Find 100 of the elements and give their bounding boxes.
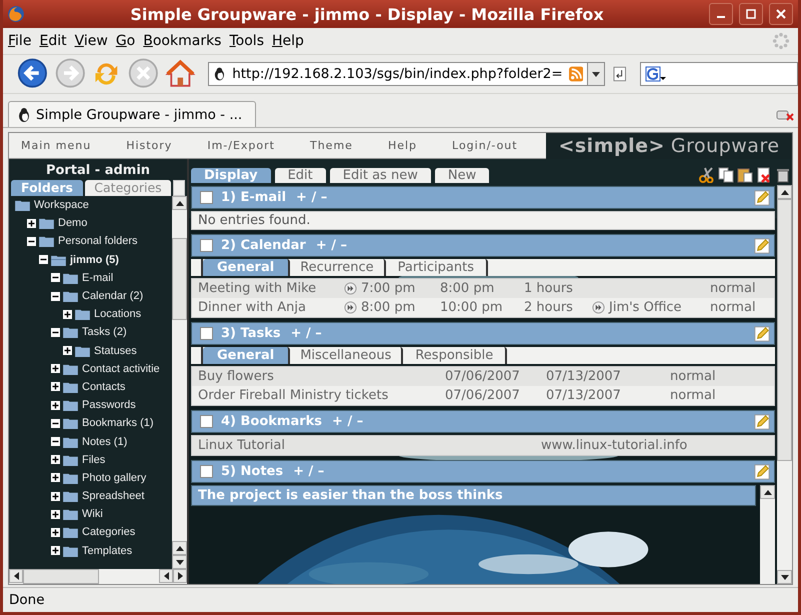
folder-item[interactable]: Bookmarks (1) <box>82 417 154 430</box>
app-menu-item[interactable]: Main menu <box>21 139 92 152</box>
checkbox[interactable] <box>200 239 213 252</box>
expander-icon[interactable] <box>27 236 36 246</box>
table-cell: 1 hours <box>524 280 573 297</box>
sub-tab[interactable]: Responsible <box>403 347 508 364</box>
expander-icon[interactable] <box>51 455 60 464</box>
minimize-button[interactable] <box>709 3 733 25</box>
expander-icon[interactable] <box>51 400 60 410</box>
go-icon[interactable] <box>612 66 626 82</box>
forward-circle-icon[interactable] <box>592 301 605 314</box>
folder-icon <box>63 544 78 557</box>
folder-icon <box>15 199 30 212</box>
view-tab[interactable]: Edit <box>274 168 326 183</box>
folder-item[interactable]: Contacts <box>82 380 126 393</box>
paste-icon[interactable] <box>737 167 753 183</box>
folder-item[interactable]: Spreadsheet <box>82 490 144 502</box>
menu-item[interactable]: File <box>8 33 32 49</box>
edit-icon[interactable] <box>754 190 770 206</box>
menu-item[interactable]: Tools <box>229 33 264 49</box>
checkbox[interactable] <box>200 465 213 478</box>
folder-item[interactable]: Workspace <box>34 199 89 212</box>
view-tab[interactable]: New <box>434 168 490 183</box>
folder-item[interactable]: Tasks (2) <box>82 326 127 338</box>
expander-icon[interactable] <box>63 310 72 319</box>
folder-item[interactable]: Contact activitie <box>82 362 160 375</box>
checkbox[interactable] <box>200 327 213 340</box>
folder-icon <box>63 362 78 375</box>
menu-item[interactable]: View <box>74 33 108 49</box>
expander-icon[interactable] <box>63 346 72 356</box>
table-cell: Jim's Office <box>609 299 682 316</box>
folder-item[interactable]: Locations <box>94 308 142 320</box>
search-field[interactable] <box>640 62 798 86</box>
expander-icon[interactable] <box>51 418 60 428</box>
expander-icon[interactable] <box>51 292 60 301</box>
checkbox[interactable] <box>200 415 213 428</box>
app-menu-item[interactable]: Theme <box>310 139 353 152</box>
maximize-button[interactable] <box>739 3 763 25</box>
scrollbar[interactable] <box>760 485 775 584</box>
expander-icon[interactable] <box>51 473 60 482</box>
folder-icon <box>63 526 78 538</box>
folder-item[interactable]: Statuses <box>94 344 137 357</box>
menu-item[interactable]: Bookmarks <box>143 33 222 49</box>
edit-icon[interactable] <box>754 464 770 480</box>
throbber-icon <box>772 32 790 50</box>
folder-item[interactable]: Passwords <box>82 399 136 412</box>
browser-tab[interactable]: Simple Groupware - jimmo - ... <box>8 101 256 127</box>
maximize-icon <box>746 9 756 19</box>
expander-icon[interactable] <box>27 218 36 228</box>
close-tab-icon[interactable] <box>776 109 794 121</box>
expander-icon[interactable] <box>51 528 60 537</box>
table-cell: 8:00 pm <box>361 299 416 316</box>
copy-icon[interactable] <box>718 167 734 183</box>
forward-circle-icon[interactable] <box>344 301 357 314</box>
dropdown-button[interactable] <box>588 62 605 86</box>
expander-icon[interactable] <box>51 437 60 446</box>
app-menu-item[interactable]: Help <box>388 139 418 152</box>
note-text: The project is easier than the boss thinks <box>191 485 756 506</box>
view-tab[interactable]: Edit as new <box>330 168 431 183</box>
expander-icon[interactable] <box>51 546 60 556</box>
folder-item[interactable]: Personal folders <box>58 235 138 248</box>
address-field[interactable]: http://192.168.2.103/sgs/bin/index.php?folder2= <box>208 62 588 86</box>
cut-icon[interactable] <box>699 167 715 183</box>
app-menu-item[interactable]: Im-/Export <box>207 139 275 152</box>
folder-item[interactable]: Categories <box>82 526 136 538</box>
app-menu-item[interactable]: History <box>126 139 172 152</box>
expander-icon[interactable] <box>51 382 60 392</box>
expander-icon[interactable] <box>51 492 60 501</box>
folder-item[interactable]: Files <box>82 454 106 466</box>
folder-item[interactable]: Wiki <box>82 508 103 520</box>
delete-icon[interactable] <box>756 167 772 183</box>
expander-icon[interactable] <box>39 255 48 264</box>
folder-item[interactable]: Demo <box>58 217 88 230</box>
trash-icon[interactable] <box>775 167 791 183</box>
scrollbar[interactable] <box>172 196 187 569</box>
menu-item[interactable]: Help <box>272 33 304 49</box>
edit-icon[interactable] <box>754 326 770 342</box>
edit-icon[interactable] <box>754 238 770 254</box>
forward-circle-icon[interactable] <box>344 282 357 295</box>
close-button[interactable] <box>769 3 793 25</box>
folder-item[interactable]: Notes (1) <box>82 436 128 448</box>
folder-item[interactable]: Photo gallery <box>82 472 146 484</box>
folder-item[interactable]: E-mail <box>82 272 114 284</box>
app-menu-item[interactable]: Login/-out <box>452 139 518 152</box>
expander-icon[interactable] <box>51 510 60 519</box>
menu-item[interactable]: Edit <box>39 33 67 49</box>
scrollbar[interactable] <box>777 185 792 584</box>
folder-item[interactable]: Calendar (2) <box>82 290 144 302</box>
menu-item[interactable]: Go <box>116 33 136 49</box>
checkbox[interactable] <box>200 191 213 204</box>
expander-icon[interactable] <box>51 328 60 337</box>
edit-icon[interactable] <box>754 414 770 430</box>
folder-item[interactable]: Templates <box>82 544 132 557</box>
expander-icon[interactable] <box>51 364 60 374</box>
horizontal-scrollbar[interactable] <box>9 569 187 584</box>
expander-icon[interactable] <box>51 273 60 282</box>
sub-tab[interactable]: Miscellaneous <box>290 347 404 364</box>
sub-tab[interactable]: Recurrence <box>290 259 386 276</box>
folder-item[interactable]: jimmo (5) <box>70 254 119 266</box>
sub-tab[interactable]: Participants <box>386 259 488 276</box>
